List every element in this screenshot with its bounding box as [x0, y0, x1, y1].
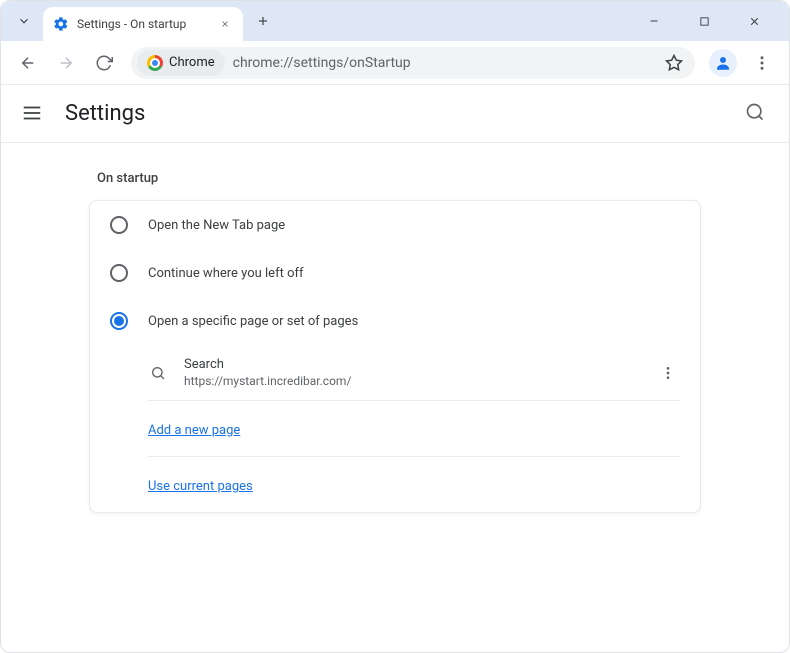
radio-label: Open the New Tab page — [148, 218, 285, 233]
back-button[interactable] — [11, 46, 45, 80]
minimize-button[interactable] — [633, 5, 675, 37]
page-text: Search https://mystart.incredibar.com/ — [184, 357, 640, 388]
tab-search-button[interactable] — [7, 4, 41, 38]
radio-label: Open a specific page or set of pages — [148, 314, 358, 329]
page-url: https://mystart.incredibar.com/ — [184, 374, 640, 388]
radio-icon — [110, 264, 128, 282]
tab-title: Settings - On startup — [77, 17, 209, 31]
browser-window: Settings - On startup — [0, 0, 790, 653]
globe-icon — [148, 363, 168, 383]
close-tab-button[interactable] — [217, 16, 233, 32]
settings-content: On startup Open the New Tab page Continu… — [1, 143, 789, 652]
radio-specific-pages[interactable]: Open a specific page or set of pages — [90, 297, 700, 345]
chrome-icon — [147, 55, 163, 71]
browser-menu-button[interactable] — [745, 46, 779, 80]
radio-label: Continue where you left off — [148, 266, 304, 281]
startup-page-entry: Search https://mystart.incredibar.com/ — [148, 345, 680, 401]
page-title: Search — [184, 357, 640, 372]
new-tab-button[interactable] — [249, 7, 277, 35]
url-text: chrome://settings/onStartup — [233, 55, 657, 71]
title-bar: Settings - On startup — [1, 1, 789, 41]
add-page-link[interactable]: Add a new page — [148, 423, 240, 438]
maximize-button[interactable] — [683, 5, 725, 37]
search-icon[interactable] — [745, 102, 769, 126]
reload-button[interactable] — [87, 46, 121, 80]
browser-tab[interactable]: Settings - On startup — [43, 7, 243, 41]
site-chip[interactable]: Chrome — [137, 50, 225, 76]
page-title: Settings — [65, 101, 145, 126]
startup-card: Open the New Tab page Continue where you… — [89, 200, 701, 513]
bookmark-star-icon[interactable] — [657, 54, 691, 72]
chip-label: Chrome — [169, 55, 215, 70]
section-heading: On startup — [89, 171, 701, 200]
radio-icon — [110, 216, 128, 234]
settings-header: Settings — [1, 85, 789, 143]
add-page-row: Add a new page — [148, 401, 680, 457]
radio-icon — [110, 312, 128, 330]
startup-pages-group: Search https://mystart.incredibar.com/ A… — [90, 345, 700, 512]
navigation-toolbar: Chrome chrome://settings/onStartup — [1, 41, 789, 85]
forward-button[interactable] — [49, 46, 83, 80]
profile-avatar[interactable] — [709, 49, 737, 77]
menu-icon[interactable] — [21, 102, 45, 126]
use-current-link[interactable]: Use current pages — [148, 479, 253, 494]
gear-icon — [53, 16, 69, 32]
close-window-button[interactable] — [733, 5, 775, 37]
radio-open-new-tab[interactable]: Open the New Tab page — [90, 201, 700, 249]
use-current-row: Use current pages — [148, 457, 680, 512]
address-bar[interactable]: Chrome chrome://settings/onStartup — [131, 47, 695, 79]
radio-continue-left-off[interactable]: Continue where you left off — [90, 249, 700, 297]
page-actions-menu[interactable] — [656, 361, 680, 385]
window-controls — [633, 5, 783, 37]
